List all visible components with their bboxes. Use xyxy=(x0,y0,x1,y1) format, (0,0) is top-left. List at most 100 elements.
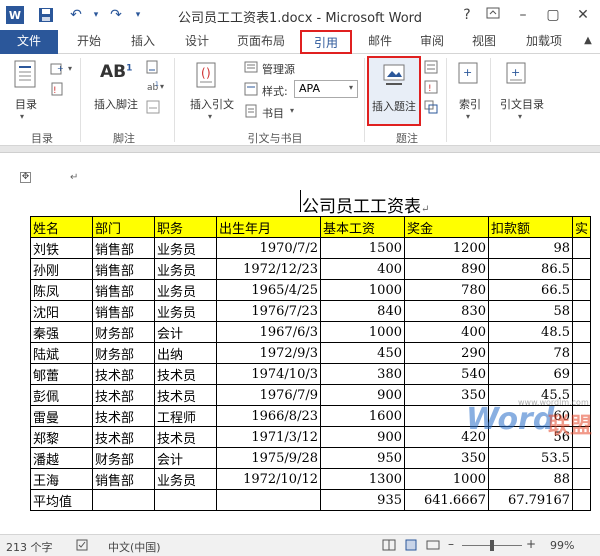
table-cell[interactable]: 秦强 xyxy=(30,321,93,343)
table-cell[interactable]: 沈阳 xyxy=(30,300,93,322)
table-cell[interactable]: 销售部 xyxy=(92,237,155,259)
table-cell[interactable]: 290 xyxy=(404,342,489,364)
index-dropdown-icon[interactable]: ▾ xyxy=(466,112,470,121)
table-cell[interactable]: 1965/4/25 xyxy=(216,279,321,301)
insert-caption-button[interactable]: 插入题注 xyxy=(367,56,421,126)
word-count[interactable]: 213 个字 xyxy=(6,539,53,555)
table-cell[interactable]: 技术员 xyxy=(154,426,217,448)
table-cell[interactable] xyxy=(571,258,592,280)
header-cell[interactable]: 职务 xyxy=(154,216,217,238)
table-cell[interactable]: 400 xyxy=(320,258,405,280)
tab-addins[interactable]: 加载项 xyxy=(516,30,572,54)
table-cell[interactable] xyxy=(571,300,592,322)
toc-dropdown-icon[interactable]: ▾ xyxy=(20,112,24,121)
table-cell[interactable] xyxy=(216,489,321,511)
table-cell[interactable]: 业务员 xyxy=(154,237,217,259)
insert-citation-button[interactable]: 插入引文 xyxy=(184,96,240,112)
table-cell[interactable]: 技术部 xyxy=(92,426,155,448)
close-icon[interactable]: ✕ xyxy=(570,4,596,26)
insert-citation-icon[interactable]: () xyxy=(194,62,218,93)
language-indicator[interactable]: 中文(中国) xyxy=(108,539,161,555)
citation-style-select[interactable]: APA ▾ xyxy=(294,80,358,98)
table-cell[interactable]: 1500 xyxy=(320,237,405,259)
table-cell[interactable]: 380 xyxy=(320,363,405,385)
table-cell[interactable]: 1000 xyxy=(320,279,405,301)
table-cell[interactable]: 技术部 xyxy=(92,363,155,385)
table-cell[interactable]: 1600 xyxy=(320,405,405,427)
table-cell[interactable]: 郑黎 xyxy=(30,426,93,448)
table-cell[interactable]: 1000 xyxy=(404,468,489,490)
table-cell[interactable]: 王海 xyxy=(30,468,93,490)
insert-footnote-button[interactable]: 插入脚注 xyxy=(88,96,144,112)
table-cell[interactable]: 平均值 xyxy=(30,489,93,511)
table-cell[interactable]: 780 xyxy=(404,279,489,301)
help-button[interactable]: ? xyxy=(454,4,480,26)
table-cell[interactable] xyxy=(571,321,592,343)
bibliography-button[interactable]: 书目 xyxy=(262,105,284,121)
add-text-icon[interactable]: + xyxy=(50,62,64,79)
manage-sources-icon[interactable] xyxy=(244,60,258,77)
ribbon-display-options-icon[interactable] xyxy=(480,4,506,26)
redo-icon[interactable]: ↷ xyxy=(106,5,126,25)
table-cell[interactable]: 销售部 xyxy=(92,468,155,490)
table-cell[interactable]: 技术员 xyxy=(154,363,217,385)
tab-file[interactable]: 文件 xyxy=(0,30,58,54)
insert-endnote-icon[interactable] xyxy=(146,60,160,77)
header-cell[interactable]: 实 xyxy=(571,216,592,238)
table-cell[interactable]: 1971/3/12 xyxy=(216,426,321,448)
print-layout-icon[interactable] xyxy=(404,539,418,554)
toc-button[interactable]: 目录 xyxy=(8,96,44,112)
tab-insert[interactable]: 插入 xyxy=(118,30,168,54)
manage-sources-button[interactable]: 管理源 xyxy=(262,61,295,77)
tab-review[interactable]: 审阅 xyxy=(410,30,454,54)
table-cell[interactable]: 刘铁 xyxy=(30,237,93,259)
add-text-dropdown-icon[interactable]: ▾ xyxy=(68,64,72,73)
tab-design[interactable]: 设计 xyxy=(172,30,222,54)
table-cell[interactable]: 业务员 xyxy=(154,279,217,301)
tab-view[interactable]: 视图 xyxy=(462,30,506,54)
maximize-icon[interactable]: ▢ xyxy=(540,4,566,26)
zoom-out-button[interactable]: – xyxy=(448,537,454,551)
toa-dropdown-icon[interactable]: ▾ xyxy=(518,112,522,121)
table-cell[interactable]: 1970/7/2 xyxy=(216,237,321,259)
table-cell[interactable]: 98 xyxy=(488,237,573,259)
table-cell[interactable]: 840 xyxy=(320,300,405,322)
insert-table-of-figures-icon[interactable] xyxy=(424,60,438,77)
document-title[interactable]: 公司员工工资表↵ xyxy=(302,192,429,217)
table-cell[interactable]: 450 xyxy=(320,342,405,364)
table-cell[interactable]: 潘越 xyxy=(30,447,93,469)
insert-citation-dropdown-icon[interactable]: ▾ xyxy=(208,112,212,121)
table-cell[interactable]: 1967/6/3 xyxy=(216,321,321,343)
table-cell[interactable]: 86.5 xyxy=(488,258,573,280)
table-cell[interactable]: 销售部 xyxy=(92,300,155,322)
zoom-in-button[interactable]: + xyxy=(526,537,536,551)
table-cell[interactable]: 出纳 xyxy=(154,342,217,364)
table-cell[interactable]: 销售部 xyxy=(92,279,155,301)
table-cell[interactable]: 400 xyxy=(404,321,489,343)
header-cell[interactable]: 奖金 xyxy=(404,216,489,238)
table-cell[interactable]: 技术员 xyxy=(154,384,217,406)
table-cell[interactable]: 66.5 xyxy=(488,279,573,301)
header-cell[interactable]: 部门 xyxy=(92,216,155,238)
table-cell[interactable] xyxy=(571,237,592,259)
table-cell[interactable] xyxy=(571,363,592,385)
tab-mailings[interactable]: 邮件 xyxy=(358,30,402,54)
table-cell[interactable] xyxy=(571,342,592,364)
table-cell[interactable]: 陈凤 xyxy=(30,279,93,301)
table-cell[interactable]: 1000 xyxy=(320,321,405,343)
header-cell[interactable]: 姓名 xyxy=(30,216,93,238)
table-cell[interactable]: 641.6667 xyxy=(404,489,489,511)
table-cell[interactable]: 工程师 xyxy=(154,405,217,427)
proofing-icon[interactable] xyxy=(76,539,90,554)
table-move-handle-icon[interactable]: ✥ xyxy=(20,172,31,183)
table-cell[interactable]: 350 xyxy=(404,447,489,469)
read-mode-icon[interactable] xyxy=(382,539,396,554)
table-cell[interactable]: 会计 xyxy=(154,321,217,343)
tab-home[interactable]: 开始 xyxy=(64,30,114,54)
table-cell[interactable]: 业务员 xyxy=(154,258,217,280)
table-cell[interactable]: 58 xyxy=(488,300,573,322)
table-cell[interactable]: 48.5 xyxy=(488,321,573,343)
table-cell[interactable] xyxy=(571,468,592,490)
zoom-slider-thumb[interactable] xyxy=(490,540,494,551)
table-cell[interactable]: 78 xyxy=(488,342,573,364)
